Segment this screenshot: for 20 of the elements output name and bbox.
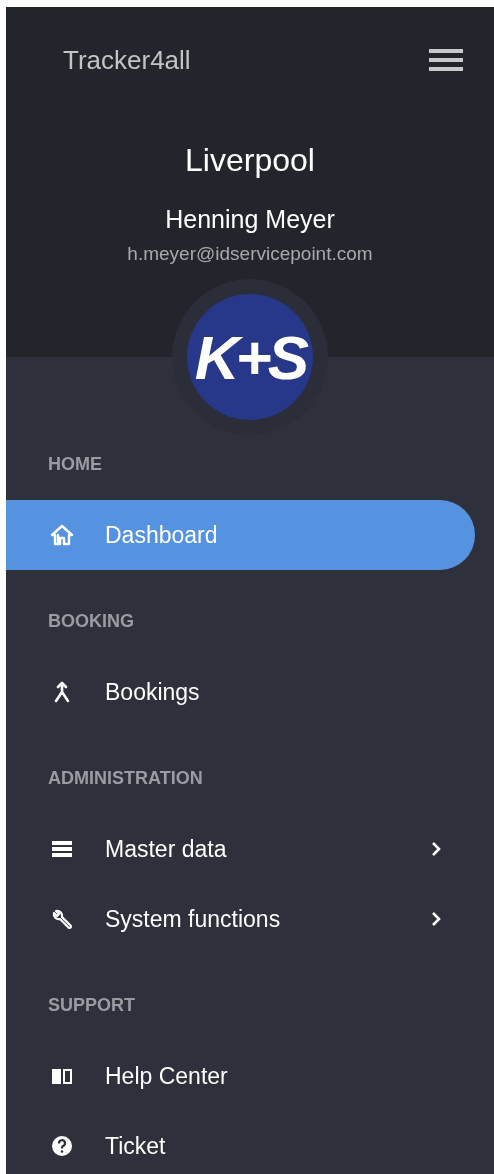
menu-item[interactable]: Help Center [6, 1041, 475, 1111]
app-title: Tracker4all [63, 44, 191, 76]
wrench-icon [50, 907, 74, 931]
menu-item[interactable]: Ticket [6, 1111, 475, 1174]
location-title: Liverpool [185, 141, 315, 180]
menu-item[interactable]: Bookings [6, 657, 475, 727]
section-label: HOME [47, 453, 103, 476]
chevron-right-icon [431, 911, 441, 927]
user-name: Henning Meyer [165, 204, 335, 235]
menu-item[interactable]: System functions [6, 884, 475, 954]
section-label: ADMINISTRATION [47, 767, 204, 790]
help-icon [50, 1134, 74, 1158]
section-label: BOOKING [47, 610, 135, 633]
user-email: h.meyer@idservicepoint.com [127, 242, 373, 266]
home-icon [50, 523, 74, 547]
menu-item[interactable]: Master data [6, 814, 475, 884]
menu-icon[interactable] [429, 49, 463, 71]
section-label: SUPPORT [47, 994, 136, 1017]
chevron-right-icon [431, 841, 441, 857]
company-logo: K+S [187, 294, 313, 420]
